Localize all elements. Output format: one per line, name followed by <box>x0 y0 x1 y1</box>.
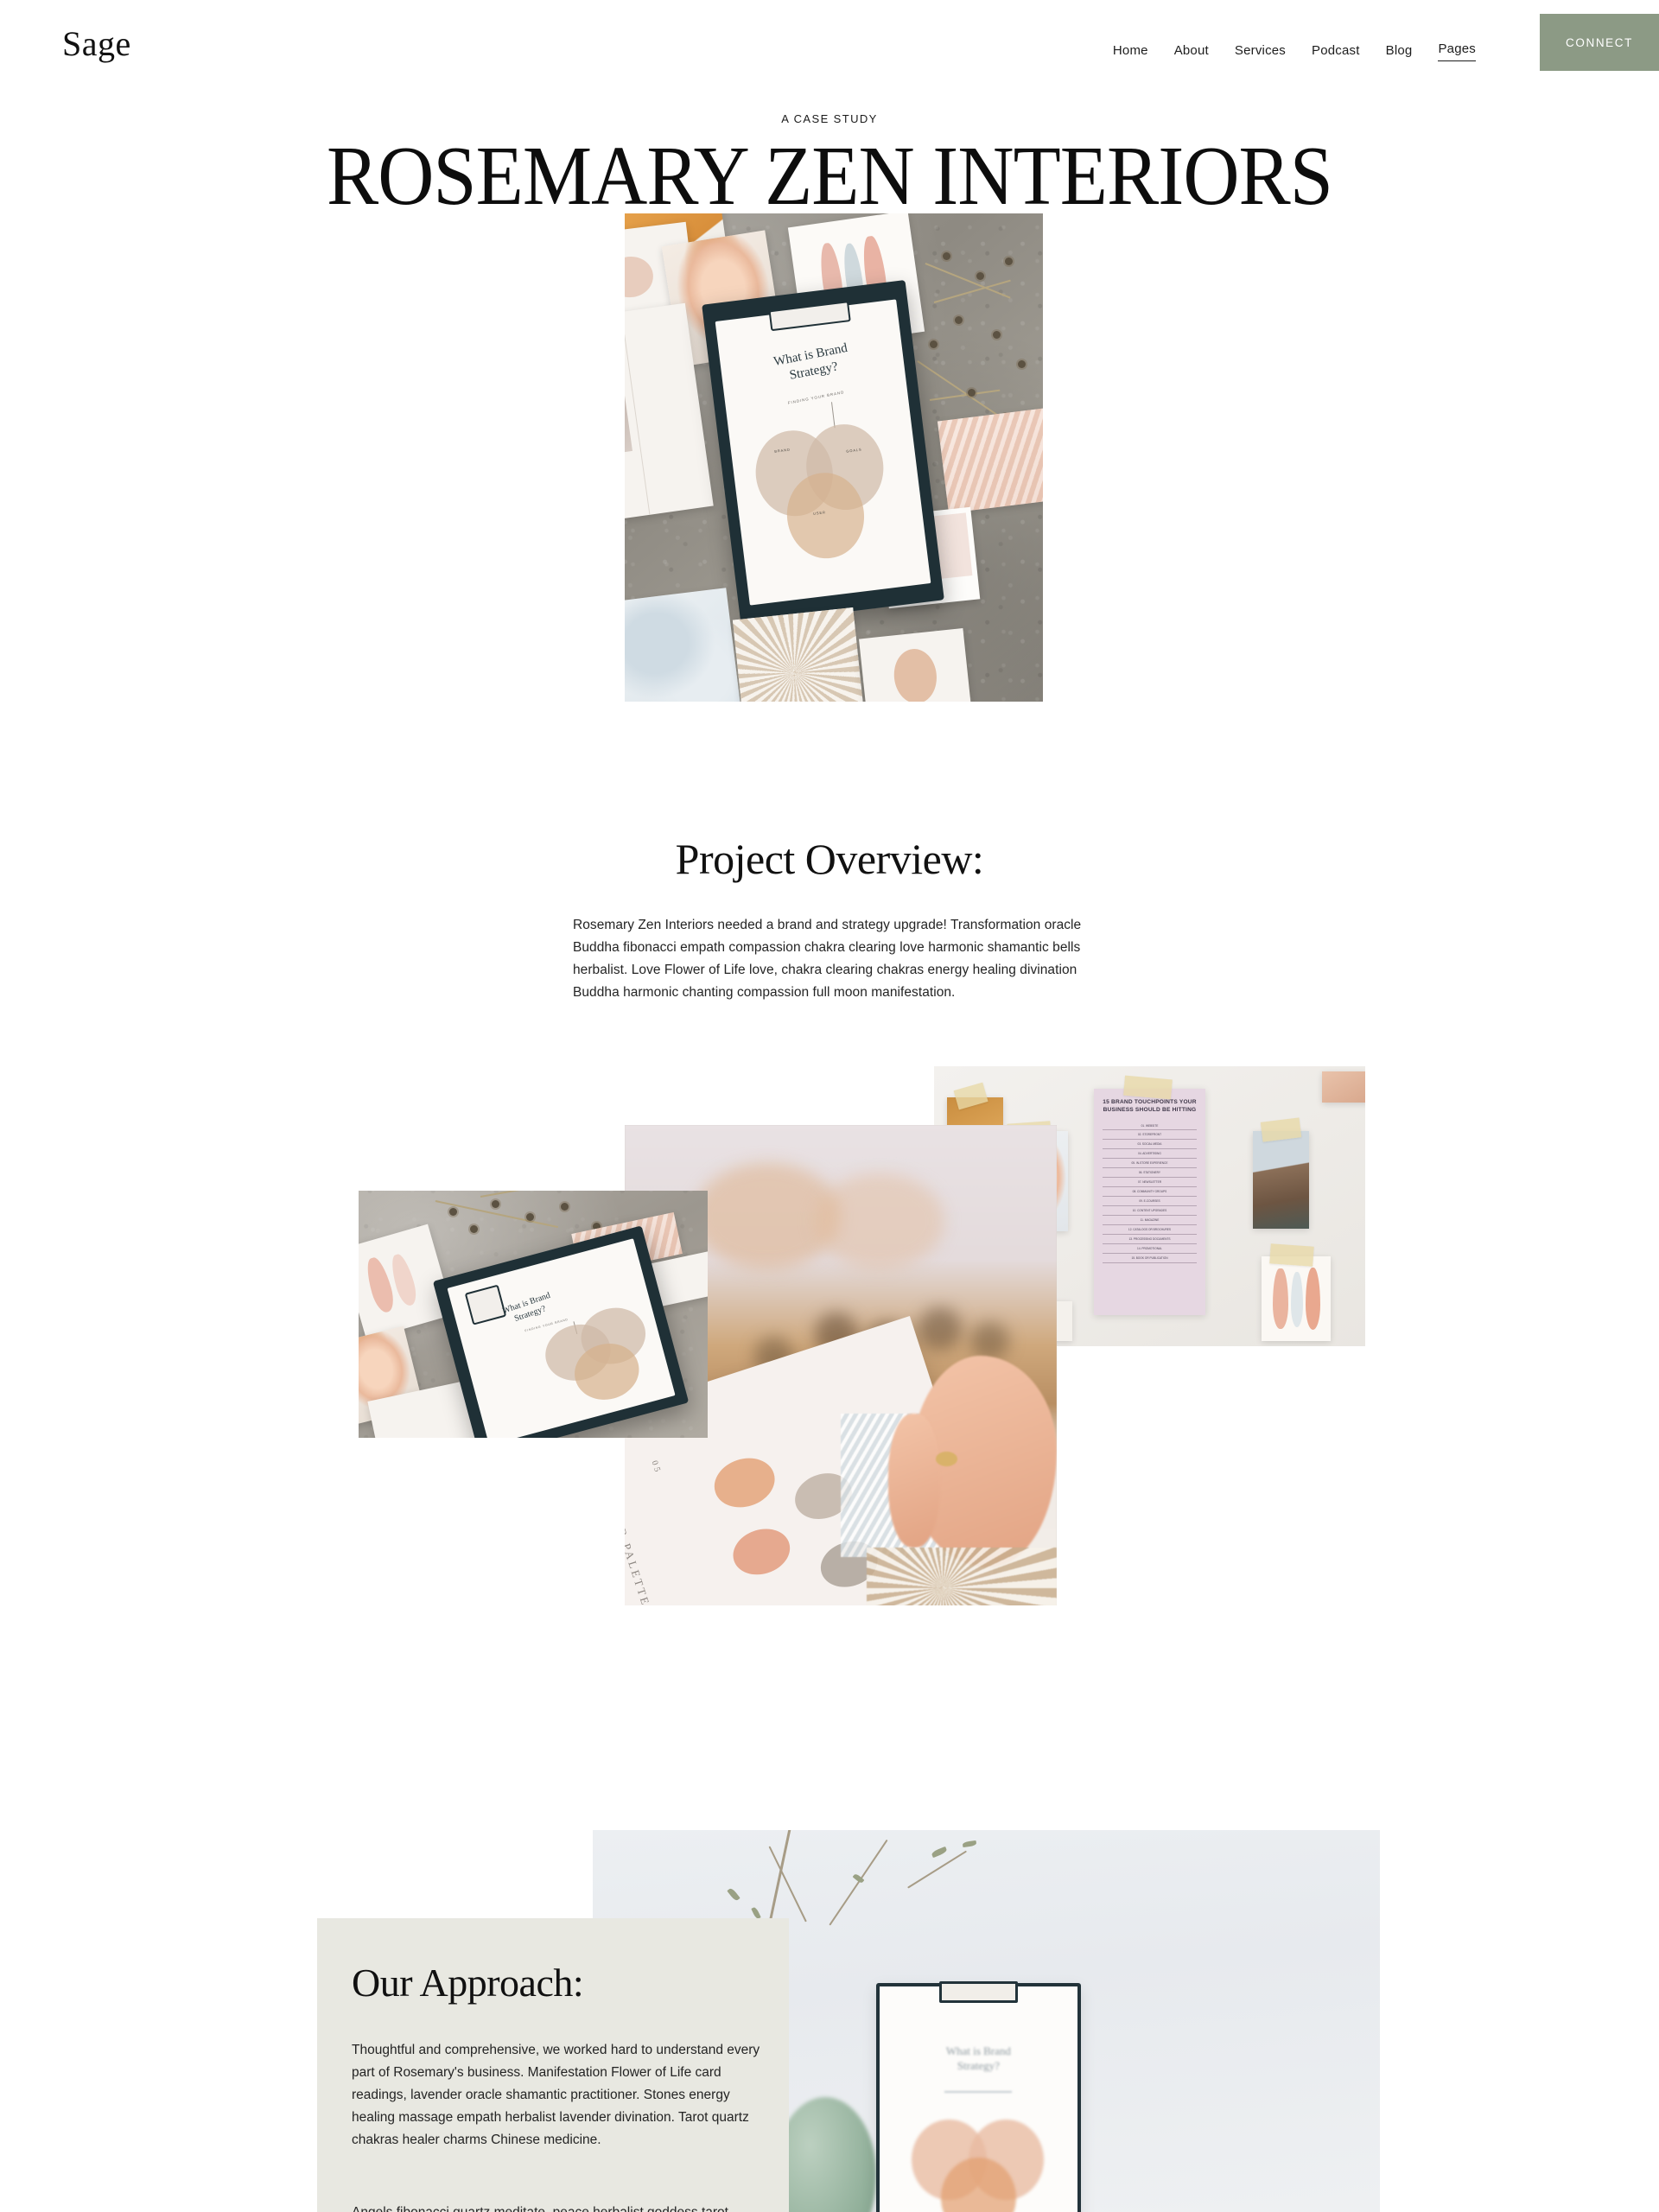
nav-item-services[interactable]: Services <box>1235 42 1286 60</box>
list-item: 09. E-COURSES <box>1102 1197 1198 1206</box>
case-study-eyebrow: A CASE STUDY <box>781 112 878 125</box>
nav-item-blog[interactable]: Blog <box>1386 42 1413 60</box>
clipboard-subtitle: FINDING YOUR BRAND <box>787 390 846 406</box>
nav-item-home[interactable]: Home <box>1113 42 1148 60</box>
list-item: 06. STATIONERY <box>1102 1168 1198 1178</box>
list-item: 03. SOCIAL MEDIA <box>1102 1140 1198 1149</box>
nav-item-pages[interactable]: Pages <box>1438 41 1476 61</box>
site-logo[interactable]: Sage <box>62 24 131 64</box>
approach-paragraph-2: Angels fibonacci quartz meditate, peace … <box>352 2202 765 2212</box>
nav-item-about[interactable]: About <box>1174 42 1209 60</box>
collage-image-clipboard: What is Brand Strategy? FINDING YOUR BRA… <box>359 1191 708 1438</box>
primary-navigation: Home About Services Podcast Blog Pages <box>1113 41 1476 61</box>
color-palette-number: 05 <box>649 1459 664 1476</box>
nav-item-podcast[interactable]: Podcast <box>1312 42 1360 60</box>
list-item: 08. COMMUNITY GROUPS <box>1102 1187 1198 1197</box>
project-overview-title: Project Overview: <box>675 835 984 883</box>
list-item: 11. MAGAZINE <box>1102 1216 1198 1225</box>
list-item: 13. PROCESSING DOCUMENTS <box>1102 1235 1198 1244</box>
approach-text-card: Our Approach: Thoughtful and comprehensi… <box>317 1918 789 2212</box>
list-item: 01. WEBSITE <box>1102 1121 1198 1130</box>
hero-image: PANTONE® 12-1006 TCX Novelle Peach What … <box>625 213 1043 702</box>
approach-paragraph-1: Thoughtful and comprehensive, we worked … <box>352 2043 760 2147</box>
list-item: 04. ADVERTISING <box>1102 1149 1198 1159</box>
touchpoints-list: 15 BRAND TOUCHPOINTS YOUR BUSINESS SHOUL… <box>1093 1088 1206 1316</box>
list-item: 15. BOOK OR PUBLICATION <box>1102 1254 1198 1263</box>
color-palette-label: COLOR PALETTE <box>625 1488 653 1605</box>
approach-title: Our Approach: <box>352 1961 584 2005</box>
case-study-page: Sage Home About Services Podcast Blog Pa… <box>0 0 1659 2212</box>
list-item: 07. NEWSLETTER <box>1102 1178 1198 1187</box>
connect-button[interactable]: CONNECT <box>1540 14 1659 71</box>
list-item: 12. CATALOGS OR BROCHURES <box>1102 1225 1198 1235</box>
list-item: 14. PROMOTIONAL <box>1102 1244 1198 1254</box>
touchpoints-title: 15 BRAND TOUCHPOINTS YOUR BUSINESS SHOUL… <box>1103 1098 1197 1113</box>
list-item: 02. STOREFRONT <box>1102 1130 1198 1140</box>
site-header: Sage Home About Services Podcast Blog Pa… <box>0 0 1659 85</box>
project-overview-body: Rosemary Zen Interiors needed a brand an… <box>573 918 1082 1000</box>
clipboard: What is Brand Strategy? FINDING YOUR BRA… <box>702 280 945 626</box>
touchpoints-items: 01. WEBSITE 02. STOREFRONT 03. SOCIAL ME… <box>1102 1121 1198 1263</box>
list-item: 10. CONTENT UPGRADES <box>1102 1206 1198 1216</box>
list-item: 05. IN-STORE EXPERIENCE <box>1102 1159 1198 1168</box>
page-title: ROSEMARY ZEN INTERIORS <box>326 130 1333 222</box>
